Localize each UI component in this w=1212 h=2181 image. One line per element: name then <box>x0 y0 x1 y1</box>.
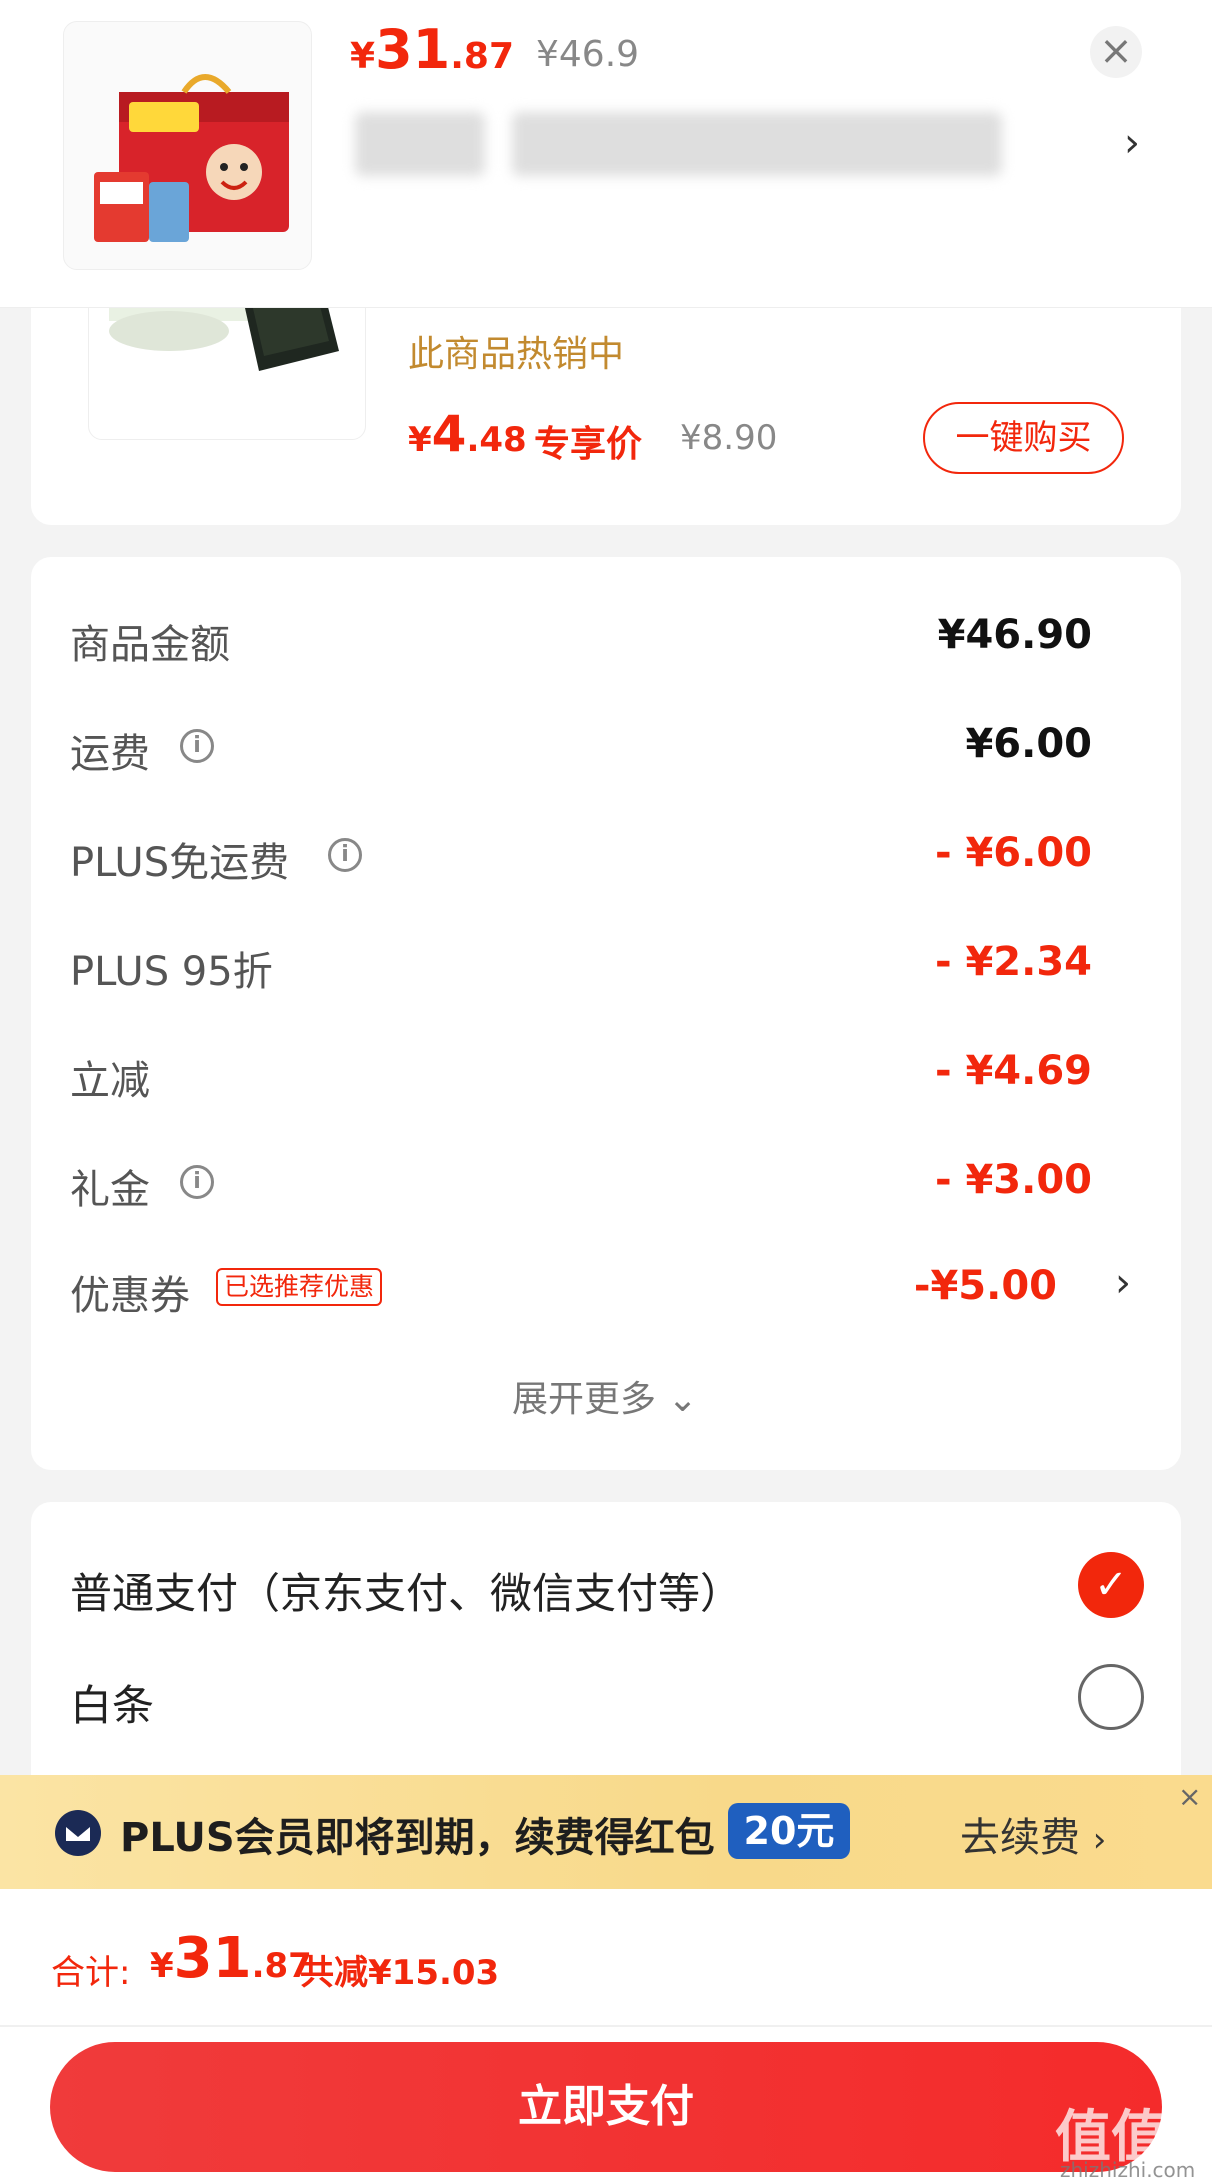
payment-option-normal[interactable]: 普通支付（京东支付、微信支付等） <box>70 1560 742 1621</box>
exclusive-price-tag: 专享价 <box>534 424 643 465</box>
total-price: ¥31.87 <box>150 1926 312 1991</box>
blurred-product-title <box>355 112 485 176</box>
red-packet-amount-pill: 20元 <box>728 1803 850 1859</box>
product-summary-header: ¥31.87 ¥46.9 × › <box>0 0 1212 308</box>
divider <box>0 2025 1212 2027</box>
row-value-plus-free-shipping: - ¥6.00 <box>934 830 1092 876</box>
chevron-down-icon: ⌄ <box>667 1379 698 1420</box>
chevron-right-icon[interactable]: › <box>1124 120 1140 166</box>
price-decimal: .48 <box>466 420 527 460</box>
radio-unselected-icon[interactable] <box>1078 1664 1144 1730</box>
renew-label: 去续费 <box>960 1815 1080 1861</box>
payment-method-card <box>31 1502 1181 1822</box>
row-label-coupon: 优惠券 <box>70 1273 190 1319</box>
price-integer: 31 <box>173 1926 252 1991</box>
row-label-goods-amount: 商品金额 <box>70 622 230 668</box>
payment-option-baitiao[interactable]: 白条 <box>70 1672 154 1733</box>
row-value-goods-amount: ¥46.90 <box>937 612 1092 658</box>
info-icon[interactable]: i <box>180 729 214 763</box>
expand-more-label: 展开更多 <box>512 1379 657 1420</box>
currency-symbol: ¥ <box>408 420 432 460</box>
info-icon[interactable]: i <box>328 838 362 872</box>
product-thumbnail[interactable] <box>63 21 312 270</box>
price-breakdown-card <box>31 557 1181 1470</box>
row-value-instant-reduction: - ¥4.69 <box>934 1048 1092 1094</box>
one-click-buy-button[interactable]: 一键购买 <box>923 402 1124 474</box>
row-value-shipping: ¥6.00 <box>965 721 1092 767</box>
price-integer: 4 <box>431 405 467 463</box>
blurred-product-subtitle <box>512 112 1002 176</box>
total-saved: 共减¥15.03 <box>300 1953 500 1993</box>
exclusive-price: ¥4.48 <box>408 405 527 463</box>
price-decimal: .87 <box>450 36 514 77</box>
price-integer: 31 <box>375 18 451 81</box>
row-value-gift-credit: - ¥3.00 <box>934 1157 1092 1203</box>
banner-close-icon[interactable]: × <box>1178 1780 1201 1813</box>
info-icon[interactable]: i <box>180 1165 214 1199</box>
plus-banner-text: PLUS会员即将到期，续费得红包 <box>120 1815 715 1861</box>
pay-now-button[interactable]: 立即支付 <box>50 2042 1162 2172</box>
plus-logo-icon <box>55 1810 101 1856</box>
row-value-coupon[interactable]: -¥5.00 <box>914 1263 1057 1309</box>
recommend-original-price: ¥8.90 <box>680 418 778 458</box>
currency-symbol: ¥ <box>150 1946 174 1986</box>
original-price: ¥46.9 <box>536 34 640 75</box>
chevron-right-icon: › <box>1092 1820 1107 1860</box>
currency-symbol: ¥ <box>350 36 376 77</box>
row-label-plus-free-shipping: PLUS免运费 <box>70 840 290 886</box>
hot-selling-text: 此商品热销中 <box>408 334 625 375</box>
row-label-instant-reduction: 立减 <box>70 1058 150 1104</box>
milk-box-product-image <box>94 74 289 242</box>
total-label: 合计: <box>51 1953 131 1993</box>
renew-link[interactable]: 去续费 › <box>960 1805 1106 1863</box>
row-label-gift-credit: 礼金 <box>70 1167 150 1213</box>
checkmark-radio-selected-icon[interactable]: ✓ <box>1078 1552 1144 1618</box>
expand-more-link[interactable]: 展开更多 ⌄ <box>512 1370 698 1422</box>
close-icon[interactable]: × <box>1090 26 1142 78</box>
plus-crown-icon <box>66 1827 90 1841</box>
coupon-recommended-badge: 已选推荐优惠 <box>216 1268 383 1306</box>
current-price: ¥31.87 <box>350 18 514 81</box>
watermark-url: zhizhizhi.com <box>1060 2158 1196 2181</box>
row-value-plus-discount: - ¥2.34 <box>934 939 1092 985</box>
row-label-plus-discount: PLUS 95折 <box>70 949 273 995</box>
row-label-shipping: 运费 <box>70 731 150 777</box>
chevron-right-icon[interactable]: › <box>1115 1260 1131 1306</box>
